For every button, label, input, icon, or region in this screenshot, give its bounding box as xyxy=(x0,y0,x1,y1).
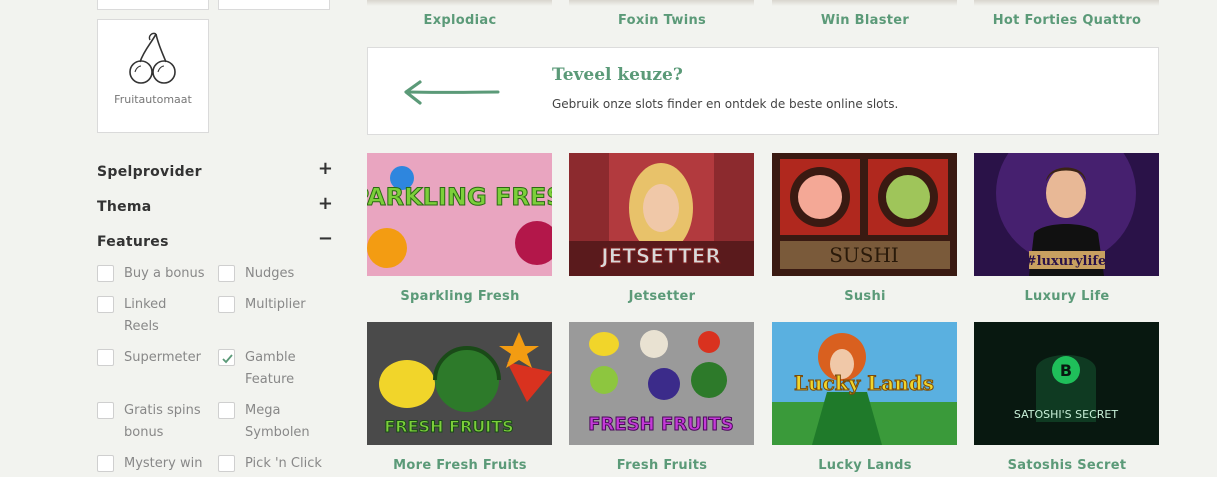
game-type-tile[interactable] xyxy=(218,0,330,10)
checkbox[interactable] xyxy=(97,455,114,472)
game-card-satoshis-secret[interactable]: B SATOSHI'S SECRET Satoshis Secret xyxy=(974,322,1160,473)
feature-label: Multiplier xyxy=(245,297,306,312)
game-thumbnail-cropped[interactable] xyxy=(367,0,552,6)
filter-spelprovider[interactable]: Spelprovider + xyxy=(97,158,333,181)
game-card-jetsetter[interactable]: JETSETTER Jetsetter xyxy=(569,153,755,304)
game-card-luxury-life[interactable]: #luxurylife Luxury Life xyxy=(974,153,1160,304)
expand-icon[interactable]: + xyxy=(318,158,333,179)
feature-label: Buy a bonus xyxy=(124,266,205,281)
feature-label: Supermeter xyxy=(124,350,201,365)
checkbox[interactable] xyxy=(97,349,114,366)
filter-title: Spelprovider xyxy=(97,164,202,180)
checkbox[interactable] xyxy=(218,455,235,472)
game-thumbnail-cropped[interactable] xyxy=(974,0,1159,6)
slots-finder-banner[interactable]: Teveel keuze? Gebruik onze slots finder … xyxy=(367,47,1159,135)
game-thumbnail[interactable]: JETSETTER xyxy=(569,153,754,276)
feature-label: Linked Reels xyxy=(124,297,167,334)
thumb-logo: SATOSHI'S SECRET xyxy=(1014,408,1118,421)
game-title[interactable]: Jetsetter xyxy=(569,289,755,304)
thumb-logo: #luxurylife xyxy=(1026,254,1107,269)
game-title[interactable]: Lucky Lands xyxy=(772,458,958,473)
arrow-left-icon xyxy=(404,80,500,105)
game-title[interactable]: Win Blaster xyxy=(772,13,958,28)
game-thumbnail[interactable]: FRESH FRUITS xyxy=(569,322,754,445)
thumb-logo: Lucky Lands xyxy=(794,371,934,395)
expand-icon[interactable]: + xyxy=(318,193,333,214)
game-type-tile[interactable] xyxy=(97,0,209,10)
game-thumbnail[interactable]: SPARKLING FRESH xyxy=(367,153,552,276)
filter-title: Thema xyxy=(97,199,152,215)
filter-thema[interactable]: Thema + xyxy=(97,193,333,216)
feature-label: Pick 'n Click xyxy=(245,456,322,471)
game-type-label: Fruitautomaat xyxy=(114,93,192,106)
feature-label: Nudges xyxy=(245,266,295,281)
game-title[interactable]: Foxin Twins xyxy=(569,13,755,28)
game-card-sushi[interactable]: SUSHI Sushi xyxy=(772,153,958,304)
banner-description: Gebruik onze slots finder en ontdek de b… xyxy=(552,97,899,111)
thumb-logo: FRESH FRUITS xyxy=(588,414,733,435)
svg-text:B: B xyxy=(1060,361,1072,380)
checkbox[interactable] xyxy=(97,265,114,282)
thumb-logo: SUSHI xyxy=(829,243,899,267)
game-card-sparkling-fresh[interactable]: SPARKLING FRESH Sparkling Fresh xyxy=(367,153,553,304)
checkbox[interactable] xyxy=(97,296,114,313)
game-title[interactable]: More Fresh Fruits xyxy=(367,458,553,473)
game-thumbnail[interactable]: SUSHI xyxy=(772,153,957,276)
collapse-icon[interactable]: − xyxy=(318,228,333,249)
game-title[interactable]: Fresh Fruits xyxy=(569,458,755,473)
filter-features[interactable]: Features − xyxy=(97,228,333,251)
game-title[interactable]: Sushi xyxy=(772,289,958,304)
game-thumbnail[interactable]: FRESH FRUITS xyxy=(367,322,552,445)
game-title[interactable]: Explodiac xyxy=(367,13,553,28)
cherries-icon xyxy=(129,32,176,84)
game-thumbnail[interactable]: B SATOSHI'S SECRET xyxy=(974,322,1159,445)
game-title[interactable]: Satoshis Secret xyxy=(974,458,1160,473)
feature-label: Mystery win xyxy=(124,456,203,471)
feature-label: Mega Symbolen xyxy=(245,403,310,440)
checkbox-checked[interactable] xyxy=(218,349,235,366)
game-card-lucky-lands[interactable]: Lucky Lands Lucky Lands xyxy=(772,322,958,473)
game-title[interactable]: Luxury Life xyxy=(974,289,1160,304)
game-title[interactable]: Hot Forties Quattro xyxy=(974,13,1160,28)
checkbox[interactable] xyxy=(218,265,235,282)
checkbox[interactable] xyxy=(218,402,235,419)
game-title[interactable]: Sparkling Fresh xyxy=(367,289,553,304)
game-thumbnail[interactable]: Lucky Lands xyxy=(772,322,957,445)
filter-title: Features xyxy=(97,234,169,250)
thumb-logo: SPARKLING FRESH xyxy=(367,183,552,211)
game-card-more-fresh-fruits[interactable]: FRESH FRUITS More Fresh Fruits xyxy=(367,322,553,473)
game-thumbnail-cropped[interactable] xyxy=(569,0,754,6)
banner-title: Teveel keuze? xyxy=(552,65,683,85)
thumb-logo: JETSETTER xyxy=(599,244,721,268)
checkmark-icon xyxy=(222,354,233,364)
filter-sidebar: Fruitautomaat Spelprovider + Thema + Fea… xyxy=(97,0,333,477)
feature-label: Gratis spins bonus xyxy=(124,403,201,440)
game-type-fruitautomaat[interactable]: Fruitautomaat xyxy=(97,19,209,133)
thumb-logo: FRESH FRUITS xyxy=(384,417,513,436)
game-card-fresh-fruits[interactable]: FRESH FRUITS Fresh Fruits xyxy=(569,322,755,473)
feature-label: Gamble Feature xyxy=(245,350,296,387)
checkbox[interactable] xyxy=(218,296,235,313)
checkbox[interactable] xyxy=(97,402,114,419)
game-thumbnail[interactable]: #luxurylife xyxy=(974,153,1159,276)
game-thumbnail-cropped[interactable] xyxy=(772,0,957,6)
